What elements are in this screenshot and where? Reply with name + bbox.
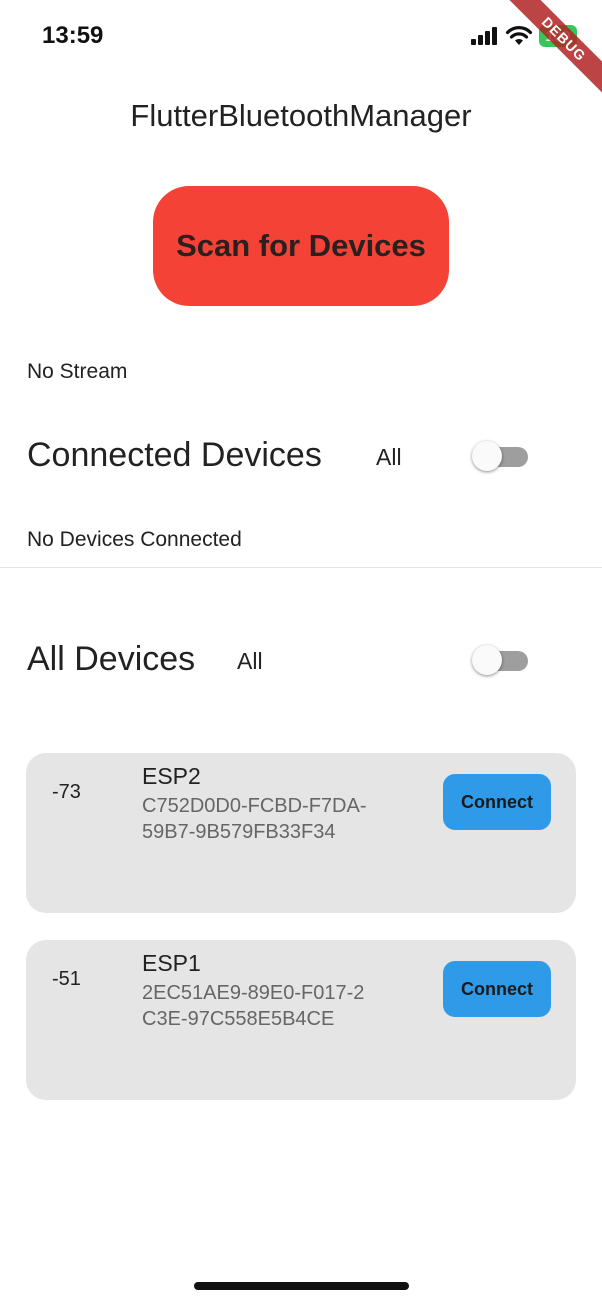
- device-id: 2EC51AE9-89E0-F017-2 C3E-97C558E5B4CE: [142, 980, 432, 1032]
- connected-devices-toggle[interactable]: [472, 441, 530, 471]
- toggle-thumb: [472, 441, 502, 471]
- home-indicator[interactable]: [194, 1282, 409, 1290]
- connected-devices-filter-label: All: [376, 444, 402, 470]
- connected-devices-title: Connected Devices: [27, 436, 322, 474]
- device-id-line: 59B7-9B579FB33F34: [142, 821, 336, 843]
- scan-for-devices-button[interactable]: Scan for Devices: [153, 186, 449, 306]
- all-devices-toggle[interactable]: [472, 645, 530, 675]
- status-time: 13:59: [42, 22, 104, 49]
- connect-button[interactable]: Connect: [443, 774, 551, 830]
- no-devices-connected-text: No Devices Connected: [27, 528, 242, 551]
- device-card: -73 ESP2 C752D0D0-FCBD-F7DA- 59B7-9B579F…: [26, 753, 576, 913]
- device-rssi: -73: [52, 781, 81, 803]
- device-card: -51 ESP1 2EC51AE9-89E0-F017-2 C3E-97C558…: [26, 940, 576, 1100]
- debug-banner-label: DEBUG: [499, 0, 602, 104]
- all-devices-filter-label: All: [237, 648, 263, 674]
- device-id-line: 2EC51AE9-89E0-F017-2: [142, 982, 365, 1004]
- device-rssi: -51: [52, 968, 81, 990]
- stream-status-text: No Stream: [27, 360, 128, 383]
- connect-button[interactable]: Connect: [443, 961, 551, 1017]
- toggle-thumb: [472, 645, 502, 675]
- app-title: FlutterBluetoothManager: [130, 98, 472, 133]
- device-id-line: C752D0D0-FCBD-F7DA-: [142, 795, 367, 817]
- all-devices-title: All Devices: [27, 640, 196, 678]
- device-id-line: C3E-97C558E5B4CE: [142, 1008, 335, 1030]
- section-divider: [0, 567, 602, 568]
- device-name: ESP2: [142, 763, 201, 789]
- device-name: ESP1: [142, 950, 201, 976]
- debug-banner: DEBUG: [492, 0, 602, 110]
- device-id: C752D0D0-FCBD-F7DA- 59B7-9B579FB33F34: [142, 793, 432, 845]
